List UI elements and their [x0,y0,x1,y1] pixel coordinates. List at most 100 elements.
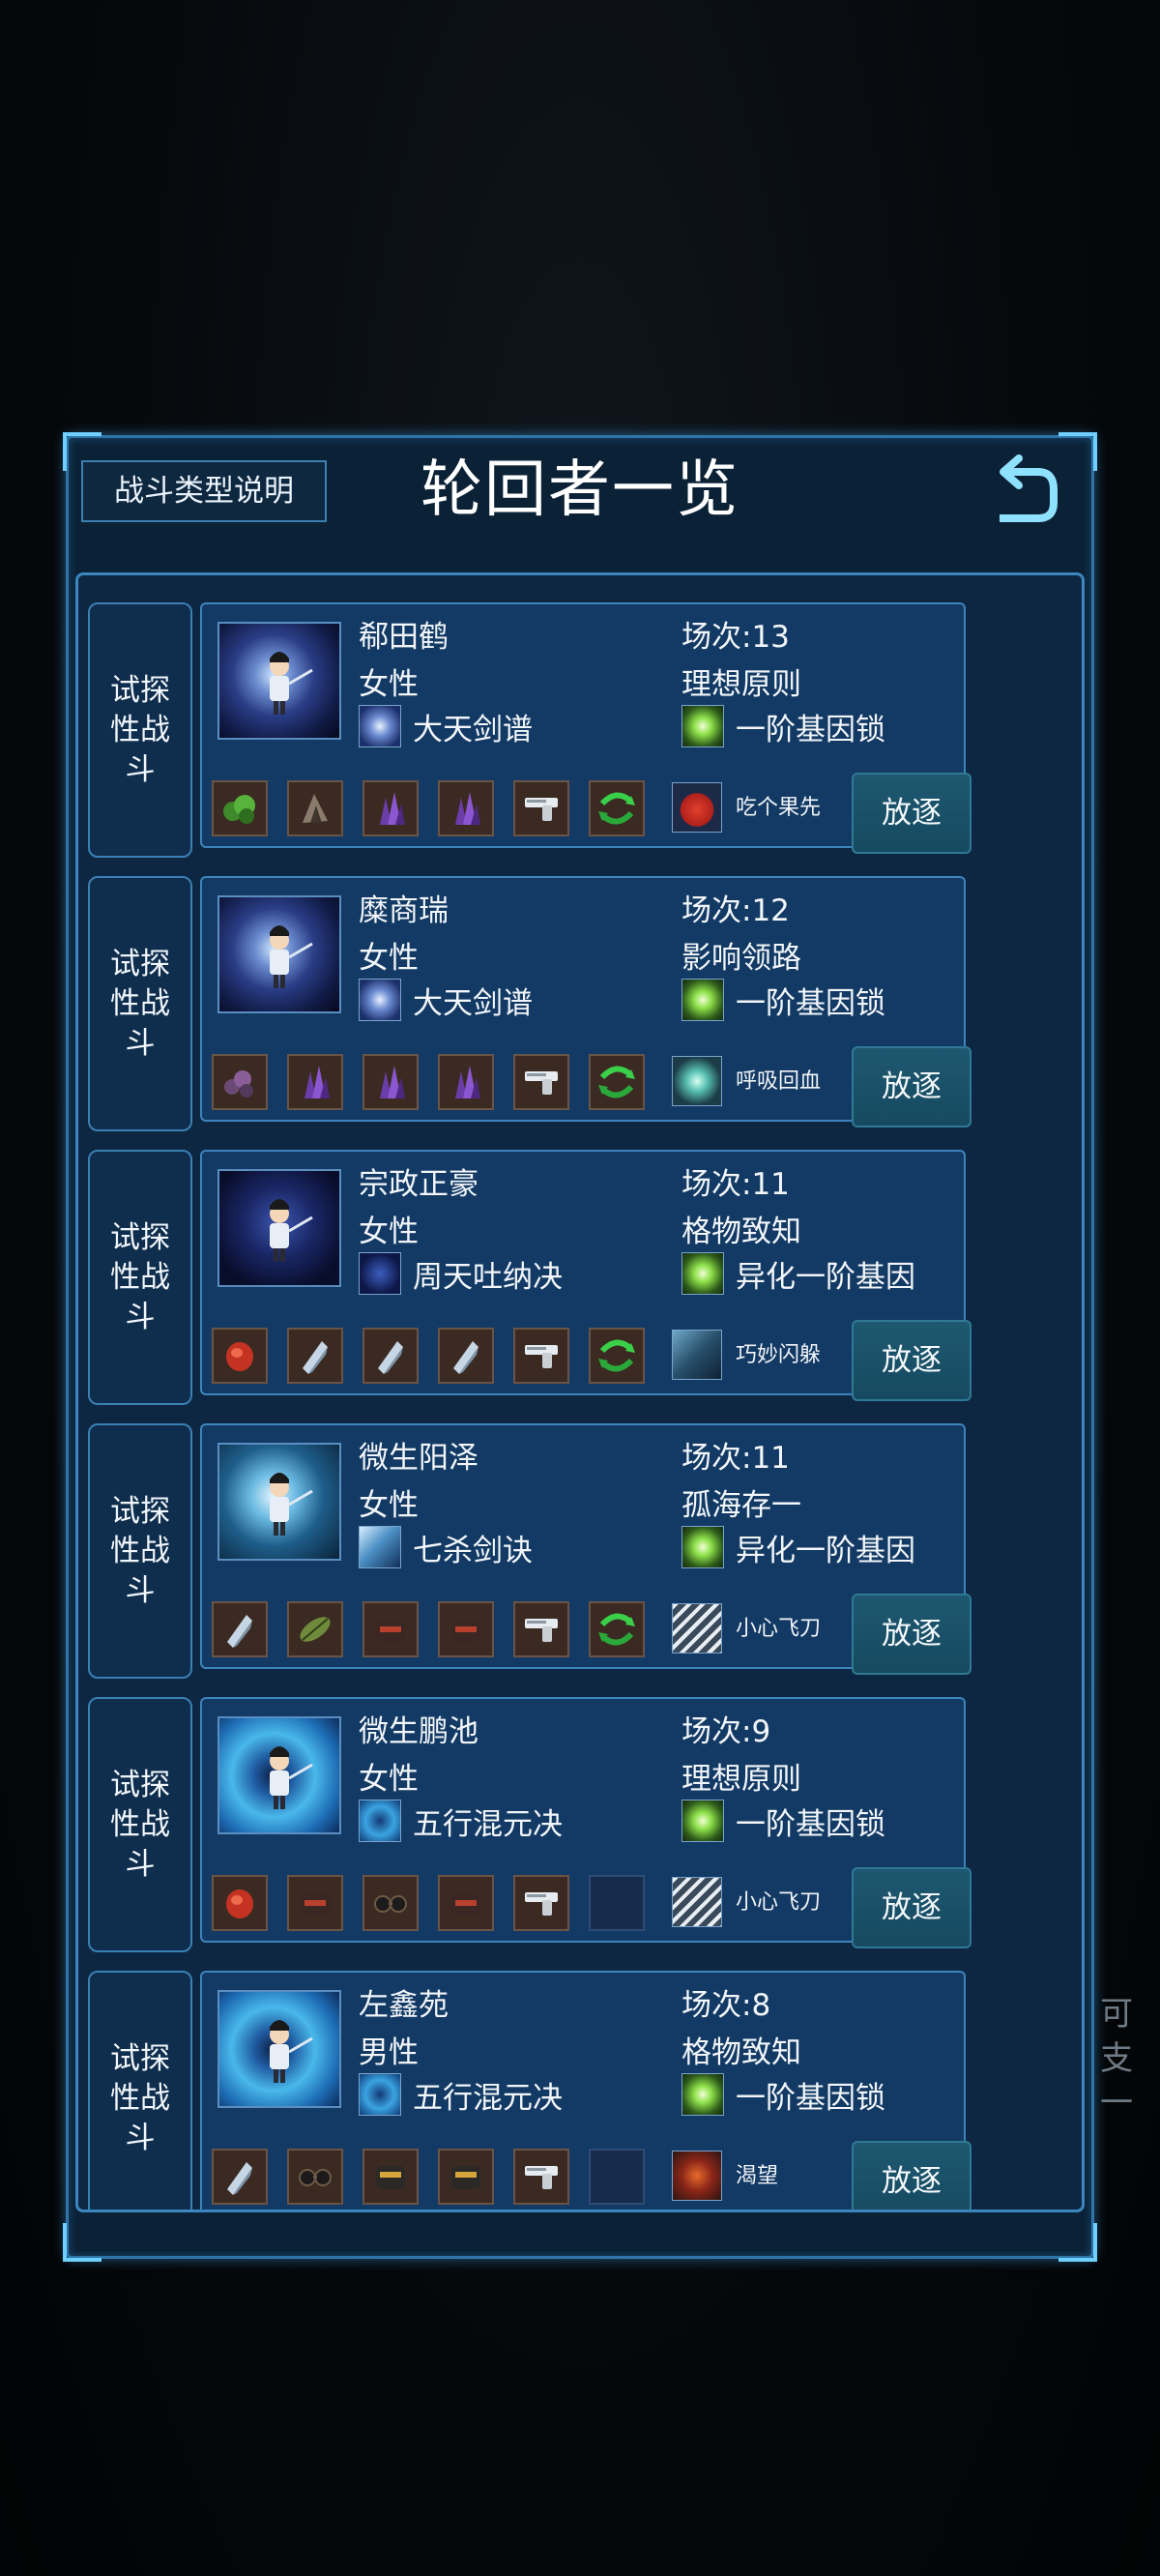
character-gender: 男性 [359,2035,419,2070]
equipment-slot-red-glove[interactable] [212,1875,268,1931]
water-swirl-icon [359,1800,401,1842]
character-portrait[interactable] [218,1443,341,1561]
panel-bottom-bar [75,2222,1085,2251]
exile-button[interactable]: 放逐 [852,1320,972,1401]
character-gender: 女性 [359,667,419,702]
character-attribute: 影响领路 [682,941,801,976]
equipment-slot-silver-crystal[interactable] [362,1328,419,1384]
constellation-icon [359,1252,401,1295]
equipment-slot-green-ore[interactable] [212,780,268,836]
equipment-slot-silver-crystal[interactable] [287,1328,343,1384]
equipment-slot-purple-crystal[interactable] [362,780,419,836]
equipment-slot-green-swirl[interactable] [589,1601,645,1657]
equipment-slot-silver-crystal[interactable] [212,2149,268,2205]
exile-button[interactable]: 放逐 [852,773,972,854]
background-char: 支 [1100,2039,1133,2078]
character-gender: 女性 [359,1215,419,1249]
equipment-slot-dark-helmet[interactable] [362,1601,419,1657]
character-name: 左鑫苑 [359,1988,449,2023]
character-portrait[interactable] [218,1169,341,1287]
equipment-slot-green-leaf[interactable] [287,1601,343,1657]
equipment-slot-pistol[interactable] [513,2149,569,2205]
equipment-slot-dark-helmet[interactable] [438,1875,494,1931]
equipment-slot-purple-ore[interactable] [212,1054,268,1110]
character-portrait[interactable] [218,1716,341,1834]
equipment-slot-dark-helmet[interactable] [287,1875,343,1931]
battle-type-tag: 试探性战斗 [88,1971,192,2210]
equipment-slot-silver-crystal[interactable] [212,1601,268,1657]
character-sprite-icon [270,652,313,715]
reincarnator-card[interactable]: 微生阳泽 女性 七杀剑诀 场次:11 孤海存一 异化一阶基因 小心飞刀 放逐 [200,1423,972,1675]
character-sprite-icon [270,1199,313,1262]
equipment-slot-pistol[interactable] [513,1601,569,1657]
gene-lock-icon [682,1526,724,1568]
reincarnator-row: 试探性战斗 左鑫苑 男性 五行混元决 场次:8 格物致知 一阶基因锁 渴望 放逐 [78,1944,1082,2210]
equipment-slot-purple-crystal[interactable] [438,1054,494,1110]
character-attribute: 格物致知 [682,1215,801,1249]
dodge-wolf-icon [672,1330,722,1380]
equipment-slot-goggles[interactable] [287,2149,343,2205]
reincarnator-card[interactable]: 郗田鹤 女性 大天剑谱 场次:13 理想原则 一阶基因锁 吃个果先 放逐 [200,602,972,854]
equipment-slot-pistol[interactable] [513,780,569,836]
equipment-slot-pistol[interactable] [513,1054,569,1110]
reincarnator-card[interactable]: 宗政正豪 女性 周天吐纳决 场次:11 格物致知 异化一阶基因 巧妙闪躲 放逐 [200,1150,972,1401]
character-attribute: 孤海存一 [682,1488,801,1523]
equipment-slot-gold-helmet[interactable] [362,2149,419,2205]
character-name: 宗政正豪 [359,1167,478,1202]
reincarnator-row: 试探性战斗 宗政正豪 女性 周天吐纳决 场次:11 格物致知 异化一阶基因 巧妙… [78,1123,1082,1405]
equipment-slot-purple-crystal[interactable] [287,1054,343,1110]
equipment-slot-goggles[interactable] [362,1875,419,1931]
character-portrait[interactable] [218,895,341,1013]
lightning-breath-icon [672,1056,722,1106]
sword-swirl-icon [359,705,401,747]
character-gender: 女性 [359,1762,419,1797]
character-portrait[interactable] [218,622,341,740]
equipment-slot-dark-helmet[interactable] [438,1601,494,1657]
battle-type-label: 试探性战斗 [110,672,170,787]
battle-type-tag: 试探性战斗 [88,602,192,858]
exile-button[interactable]: 放逐 [852,1867,972,1948]
equipment-slot-purple-crystal[interactable] [362,1054,419,1110]
battle-type-tag: 试探性战斗 [88,1697,192,1952]
gene-lock-icon [682,979,724,1021]
reincarnator-card[interactable]: 左鑫苑 男性 五行混元决 场次:8 格物致知 一阶基因锁 渴望 放逐 [200,1971,972,2210]
character-sprite-icon [270,2020,313,2083]
exile-button[interactable]: 放逐 [852,2141,972,2210]
gene-lock-level: 异化一阶基因 [736,1260,915,1295]
character-portrait[interactable] [218,1990,341,2108]
battle-type-label: 试探性战斗 [110,1219,170,1334]
cultivation-skill: 五行混元决 [413,1807,563,1842]
character-name: 糜商瑞 [359,893,449,928]
exile-button[interactable]: 放逐 [852,1594,972,1675]
character-attribute: 理想原则 [682,1762,801,1797]
equipment-slot-red-glove[interactable] [212,1328,268,1384]
back-button[interactable] [986,454,1063,532]
gene-lock-level: 一阶基因锁 [736,1807,885,1842]
water-swirl-icon [359,2073,401,2116]
red-beast-icon [672,2151,722,2201]
flying-knives-icon [672,1603,722,1654]
equipment-slot-pistol[interactable] [513,1875,569,1931]
equipment-slot-green-swirl[interactable] [589,1054,645,1110]
reincarnator-row: 试探性战斗 糜商瑞 女性 大天剑谱 场次:12 影响领路 一阶基因锁 呼吸回血 … [78,849,1082,1131]
cultivation-skill: 大天剑谱 [413,986,533,1021]
equipment-slot-empty[interactable] [589,2149,645,2205]
equipment-slot-green-swirl[interactable] [589,780,645,836]
exile-button[interactable]: 放逐 [852,1046,972,1127]
equipment-slot-silver-crystal[interactable] [438,1328,494,1384]
reincarnator-card[interactable]: 微生鹏池 女性 五行混元决 场次:9 理想原则 一阶基因锁 小心飞刀 放逐 [200,1697,972,1948]
character-attribute: 格物致知 [682,2035,801,2070]
equipment-slot-purple-crystal[interactable] [438,780,494,836]
character-gender: 女性 [359,1488,419,1523]
gene-lock-level: 一阶基因锁 [736,986,885,1021]
equipment-slot-empty[interactable] [589,1875,645,1931]
equipment-slot-pistol[interactable] [513,1328,569,1384]
gene-lock-icon [682,705,724,747]
equipment-slot-green-swirl[interactable] [589,1328,645,1384]
reincarnator-list[interactable]: 试探性战斗 郗田鹤 女性 大天剑谱 场次:13 理想原则 一阶基因锁 吃个果先 … [75,572,1085,2212]
character-name: 微生鹏池 [359,1714,478,1749]
reincarnator-card[interactable]: 糜商瑞 女性 大天剑谱 场次:12 影响领路 一阶基因锁 呼吸回血 放逐 [200,876,972,1127]
battle-count: 场次:13 [682,620,790,655]
equipment-slot-rock-shard[interactable] [287,780,343,836]
equipment-slot-gold-helmet[interactable] [438,2149,494,2205]
